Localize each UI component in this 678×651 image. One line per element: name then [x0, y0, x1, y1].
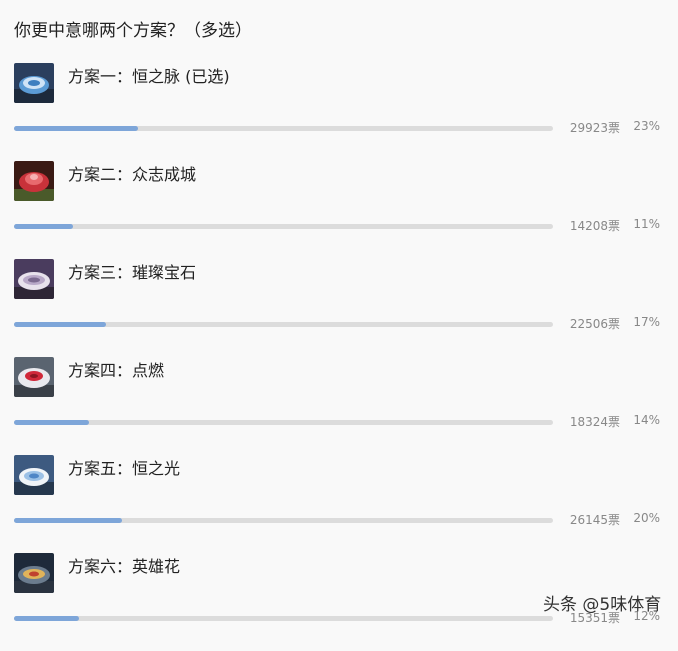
stadium-blue-icon	[14, 63, 54, 103]
poll-option[interactable]: 方案五：恒之光 26145票 20%	[0, 455, 678, 553]
vote-bar-fill	[14, 420, 90, 425]
stadium-white-icon	[14, 455, 54, 495]
poll-option[interactable]: 方案二：众志成城 14208票 11%	[0, 161, 678, 259]
vote-percent: 23%	[633, 119, 660, 133]
option-label: 方案三：璀璨宝石	[68, 263, 197, 282]
stadium-red-icon	[14, 161, 54, 201]
option-label: 方案二：众志成城	[68, 165, 197, 184]
vote-bar	[14, 518, 553, 523]
vote-count: 14208票	[569, 219, 620, 233]
vote-count: 26145票	[569, 513, 620, 527]
vote-bar-fill	[14, 322, 106, 327]
poll-question: 你更中意哪两个方案？（多选）	[14, 21, 252, 41]
poll-option[interactable]: 方案一：恒之脉 (已选) 29923票 23%	[0, 63, 678, 161]
vote-count: 22506票	[569, 317, 620, 331]
vote-count: 29923票	[569, 121, 620, 135]
vote-percent: 20%	[633, 511, 660, 525]
vote-bar-fill	[14, 224, 74, 229]
stadium-night-icon	[14, 259, 54, 299]
option-label: 方案一：恒之脉 (已选)	[68, 67, 230, 86]
vote-percent: 14%	[633, 413, 660, 427]
vote-bar	[14, 322, 553, 327]
vote-bar	[14, 126, 553, 131]
vote-count: 18324票	[569, 415, 620, 429]
vote-percent: 17%	[633, 315, 660, 329]
option-label: 方案六：英雄花	[68, 557, 181, 576]
vote-percent: 11%	[633, 217, 660, 231]
watermark: 头条 @5味体育	[543, 595, 662, 615]
vote-bar	[14, 616, 553, 621]
vote-bar	[14, 224, 553, 229]
vote-bar-fill	[14, 126, 138, 131]
vote-bar-fill	[14, 518, 122, 523]
vote-bar-fill	[14, 616, 79, 621]
vote-bar	[14, 420, 553, 425]
poll-option[interactable]: 方案四：点燃 18324票 14%	[0, 357, 678, 455]
option-label: 方案五：恒之光	[68, 459, 181, 478]
stadium-red-top-icon	[14, 357, 54, 397]
stadium-lit-icon	[14, 553, 54, 593]
poll-option[interactable]: 方案三：璀璨宝石 22506票 17%	[0, 259, 678, 357]
option-label: 方案四：点燃	[68, 361, 165, 380]
